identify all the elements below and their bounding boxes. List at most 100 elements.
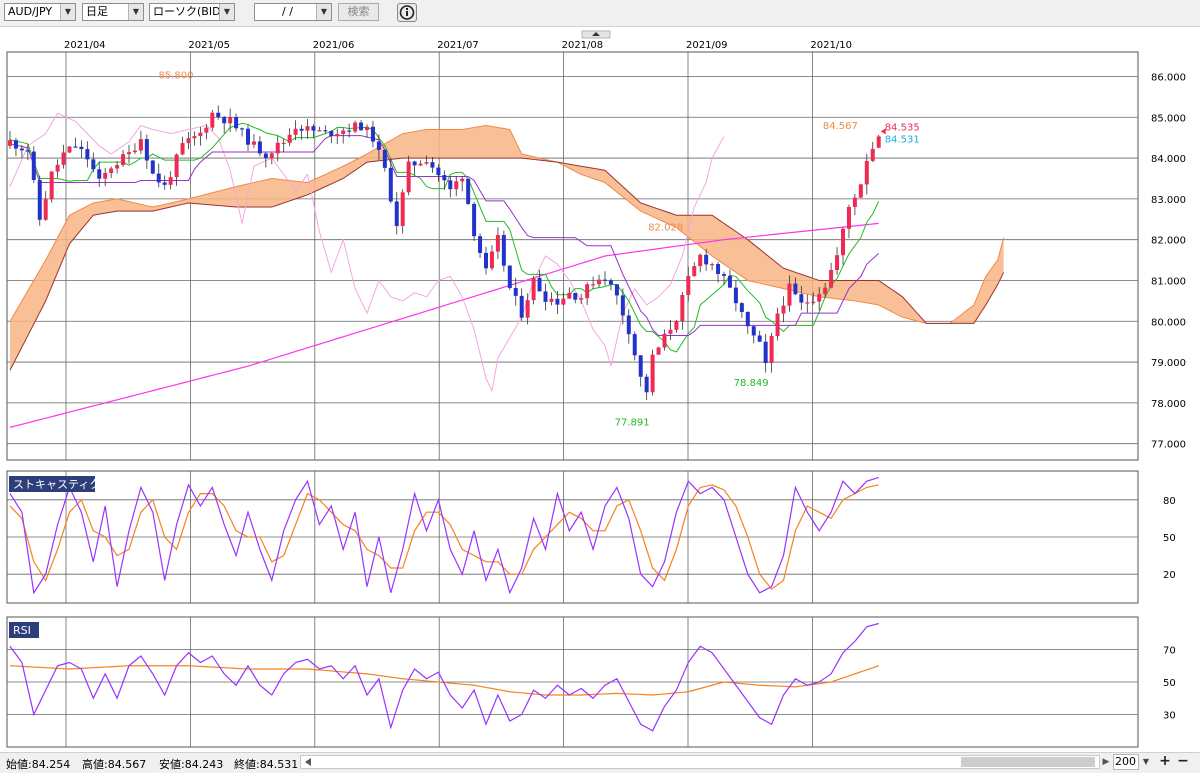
candle-body [251, 141, 256, 145]
candle-body [799, 294, 804, 303]
chevron-down-icon[interactable]: ▼ [1140, 754, 1152, 770]
candle-body [204, 127, 209, 133]
candle-body [275, 142, 280, 154]
chart-kind-select[interactable]: ローソク(BID) ▼ [149, 3, 235, 21]
candle-body [311, 126, 316, 131]
candle-body [710, 264, 715, 266]
candle-body [246, 128, 250, 145]
horizontal-scrollbar[interactable] [300, 755, 1100, 769]
date-input[interactable]: / / ▼ [254, 3, 332, 21]
candle-body [370, 126, 375, 142]
candle-body [73, 146, 78, 148]
date-value: / / [282, 5, 293, 18]
candle-body [412, 161, 417, 166]
candle-body [240, 128, 245, 130]
candle-body [198, 132, 203, 137]
candle-body [591, 284, 596, 286]
candle-body [210, 112, 215, 128]
candle-body [656, 347, 661, 355]
candle-body [692, 266, 697, 277]
candle-body [448, 180, 453, 190]
candle-body [513, 287, 518, 296]
candle-body [121, 154, 126, 166]
candle-body [787, 283, 792, 306]
candle-body [97, 169, 102, 179]
price-annotation: 82.028 [648, 222, 683, 233]
candle-body [531, 277, 536, 301]
info-button[interactable] [397, 3, 417, 22]
candle-body [376, 141, 381, 150]
candle-body [644, 376, 649, 393]
search-button[interactable]: 検索 [338, 3, 379, 21]
timeframe-value: 日足 [86, 5, 108, 18]
candle-body [579, 298, 584, 300]
date-tick-label: 2021/05 [188, 40, 230, 51]
candle-body [638, 355, 643, 377]
candle-body [394, 201, 399, 226]
candle-body [406, 161, 411, 193]
candle-body [281, 142, 286, 145]
candle-body [287, 134, 292, 143]
price-tick-label: 77.000 [1151, 440, 1186, 451]
candle-body [329, 131, 334, 137]
candle-body [299, 128, 304, 131]
candle-body [228, 117, 233, 124]
candle-body [698, 254, 703, 267]
candle-body [174, 154, 179, 178]
symbol-select[interactable]: AUD/JPY ▼ [4, 3, 76, 21]
candle-body [704, 254, 709, 265]
date-tick-label: 2021/07 [437, 40, 479, 51]
candle-body [317, 130, 322, 132]
candle-body [49, 171, 54, 200]
price-tick-label: 83.000 [1151, 195, 1186, 206]
candle-body [127, 152, 131, 155]
zoom-in-icon[interactable]: + [1158, 752, 1172, 770]
candle-body [436, 167, 441, 176]
candle-body [359, 122, 364, 131]
candle-body [305, 126, 310, 131]
candle-body [674, 320, 679, 330]
candle-body [162, 182, 167, 185]
scroll-right-icon[interactable]: ▶ [1100, 755, 1112, 769]
candle-body [614, 284, 619, 296]
candle-body [222, 117, 227, 124]
price-tick-label: 80.000 [1151, 317, 1186, 328]
candle-body [852, 197, 857, 207]
candle-body [168, 177, 173, 185]
scroll-left-icon[interactable] [301, 756, 317, 768]
chart-kind-value: ローソク(BID) [153, 5, 225, 18]
timeframe-select[interactable]: 日足 ▼ [82, 3, 144, 21]
date-tick-label: 2021/10 [810, 40, 852, 51]
candle-body [234, 117, 239, 129]
candle-body [79, 146, 84, 150]
candle-body [585, 284, 590, 299]
scrollbar-thumb[interactable] [961, 757, 1095, 767]
candle-body [549, 298, 554, 302]
candle-body [347, 130, 352, 132]
price-annotation: 77.891 [615, 417, 650, 428]
candle-body [537, 277, 542, 292]
candle-body [858, 184, 863, 198]
candle-body [115, 165, 120, 169]
candle-body [353, 122, 358, 132]
candle-body [680, 294, 685, 321]
rsi-tick-label: 70 [1163, 646, 1176, 657]
stoch-label: ストキャスティクス [13, 478, 111, 491]
candle-body [757, 335, 762, 342]
candle-body [650, 354, 655, 393]
candle-body [727, 275, 732, 288]
rsi-axis: 70 50 30 [1163, 646, 1176, 722]
candle-body [37, 179, 42, 220]
candle-body [846, 206, 851, 229]
candle-body [180, 143, 185, 155]
candle-body [109, 168, 114, 173]
candle-body [805, 302, 810, 304]
chart-area[interactable]: 2021/04 2021/05 2021/06 2021/07 2021/08 2021/… [0, 26, 1200, 752]
close-value: 終値:84.531 [234, 758, 299, 771]
candle-body [662, 333, 667, 348]
candle-body [293, 128, 298, 135]
zoom-out-icon[interactable]: − [1176, 752, 1190, 770]
chevron-down-icon: ▼ [60, 4, 75, 20]
zoom-select[interactable]: 200 [1113, 754, 1139, 770]
candle-body [817, 294, 822, 302]
